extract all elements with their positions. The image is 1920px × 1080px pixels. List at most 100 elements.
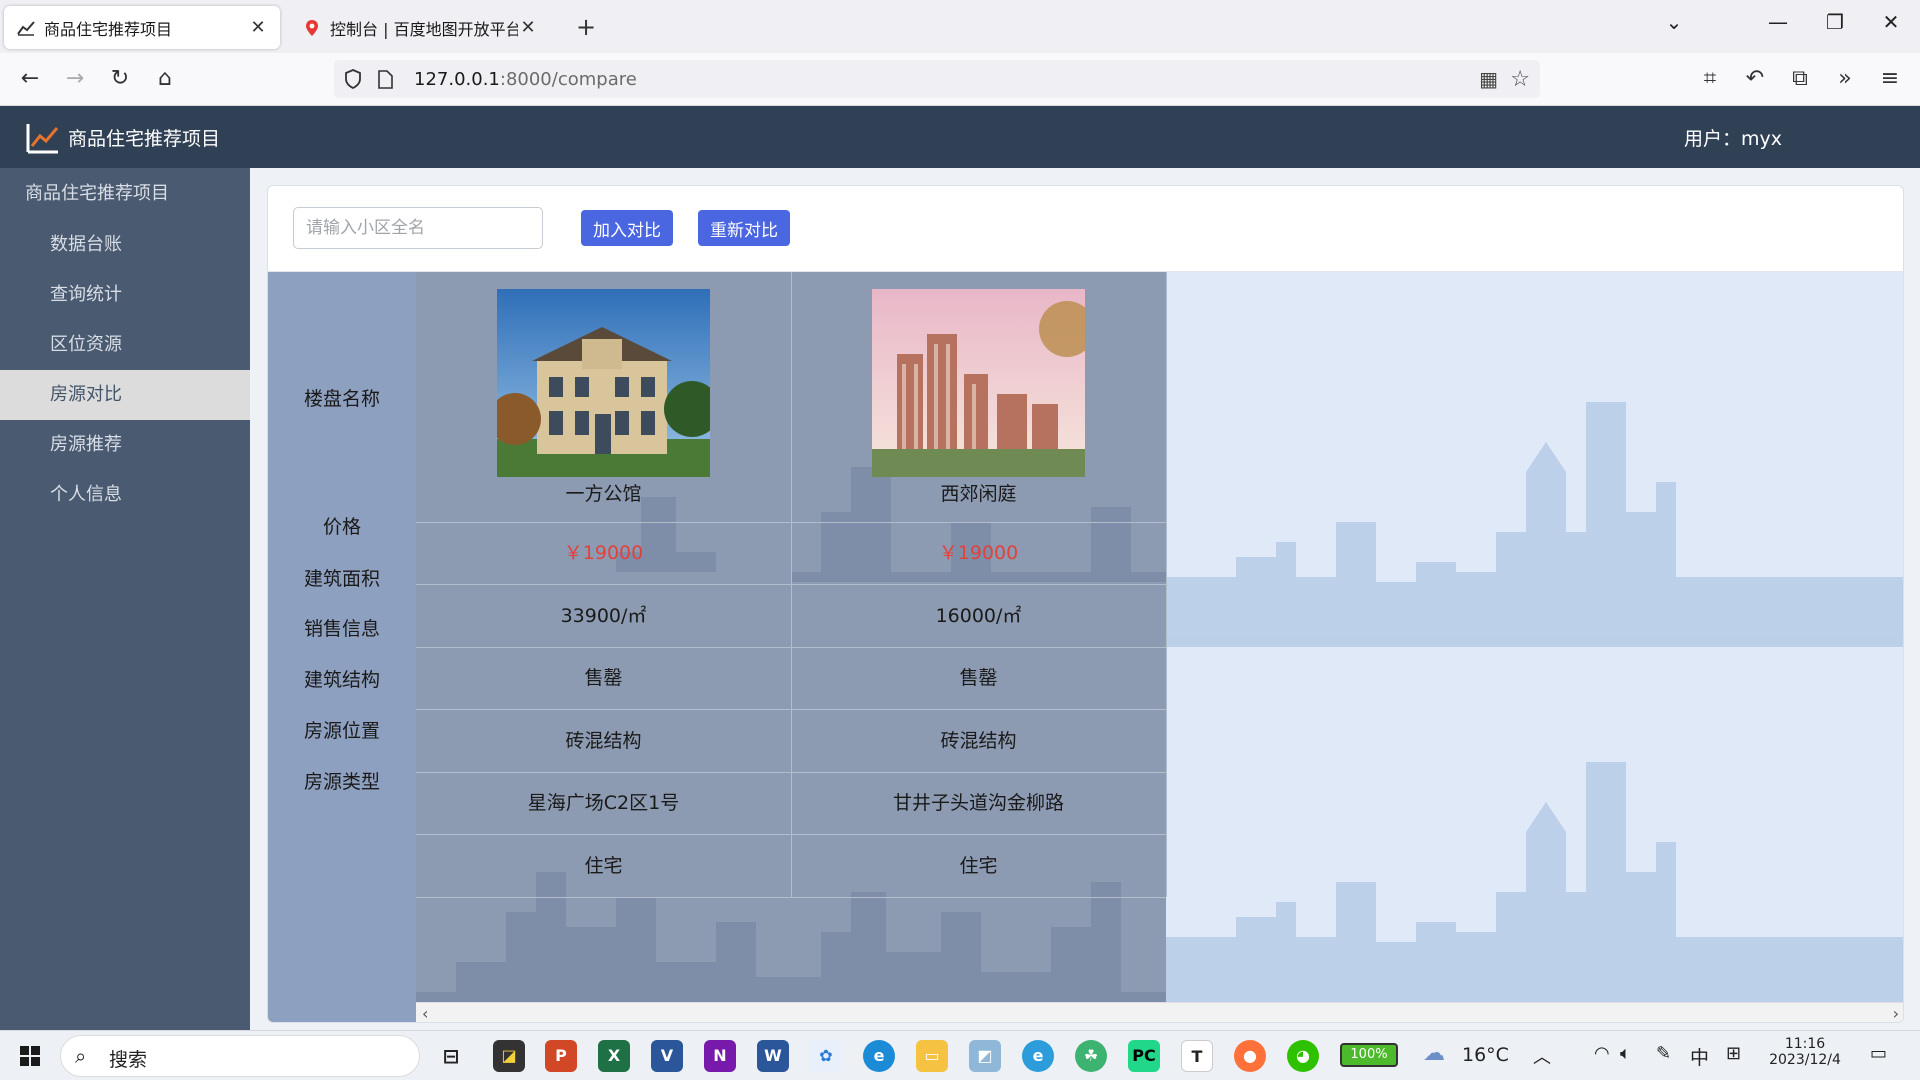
- sidebar: 商品住宅推荐项目 数据台账 查询统计 区位资源 房源对比 房源推荐 个人信息: [0, 168, 250, 1030]
- house-image-towers: [872, 289, 1085, 477]
- house-structure: 砖混结构: [940, 730, 1017, 752]
- qr-code-icon[interactable]: ▦: [1479, 67, 1498, 91]
- sticky-notes-icon[interactable]: ◪: [493, 1040, 525, 1072]
- forward-icon[interactable]: →: [60, 65, 90, 95]
- battery-level: 100%: [1350, 1047, 1388, 1062]
- reload-icon[interactable]: ↻: [105, 65, 135, 95]
- excel-icon[interactable]: X: [598, 1040, 630, 1072]
- battery-icon[interactable]: 100%: [1340, 1043, 1398, 1067]
- sidebar-group-title[interactable]: 商品住宅推荐项目: [0, 168, 250, 220]
- app-icon[interactable]: ◩: [969, 1040, 1001, 1072]
- weather-temp[interactable]: 16°C: [1462, 1044, 1509, 1066]
- sidebar-item-data-ledger[interactable]: 数据台账: [0, 220, 250, 270]
- close-icon[interactable]: ✕: [248, 17, 268, 38]
- scroll-right-icon[interactable]: ›: [1893, 1004, 1899, 1022]
- extensions-icon[interactable]: ⧉: [1785, 65, 1815, 95]
- pen-icon[interactable]: ✎: [1656, 1043, 1671, 1064]
- house-image-villa: [497, 289, 710, 477]
- url-bar[interactable]: 127.0.0.1:8000/compare ▦ ☆: [334, 60, 1540, 98]
- notification-icon[interactable]: ▭: [1870, 1043, 1887, 1064]
- sidebar-item-compare[interactable]: 房源对比: [0, 370, 250, 420]
- windows-start-icon[interactable]: [20, 1046, 40, 1070]
- ime-mode-icon[interactable]: ⊞: [1726, 1043, 1741, 1064]
- chevron-up-icon[interactable]: ︿: [1533, 1043, 1551, 1069]
- compare-card: 加入对比 重新对比 楼盘名称 价格 建筑面积 销售信息 建筑结构 房源位置 房源…: [267, 185, 1904, 1023]
- browser-icon[interactable]: e: [1022, 1040, 1054, 1072]
- taskbar-search[interactable]: ⌕ 搜索: [60, 1035, 420, 1077]
- browser-tab-bar: 商品住宅推荐项目 ✕ 控制台 | 百度地图开放平台 ✕ + ⌄ — ❐ ✕: [0, 0, 1920, 53]
- powerpoint-icon[interactable]: P: [545, 1040, 577, 1072]
- close-icon[interactable]: ✕: [518, 17, 538, 38]
- house-sale: 售罄: [959, 667, 998, 689]
- screenshot-icon[interactable]: ⌗: [1695, 65, 1725, 95]
- word-icon[interactable]: W: [757, 1040, 789, 1072]
- typora-icon[interactable]: T: [1181, 1040, 1213, 1072]
- shield-icon[interactable]: [344, 69, 368, 89]
- column-divider: [1166, 272, 1167, 897]
- label-column: 楼盘名称 价格 建筑面积 销售信息 建筑结构 房源位置 房源类型: [268, 272, 416, 1022]
- house-price: ￥19000: [938, 542, 1019, 564]
- visio-icon[interactable]: V: [651, 1040, 683, 1072]
- horizontal-scrollbar[interactable]: ‹ ›: [416, 1002, 1903, 1022]
- wechat-icon[interactable]: ◕: [1287, 1040, 1319, 1072]
- scroll-left-icon[interactable]: ‹: [422, 1004, 428, 1022]
- home-icon[interactable]: ⌂: [150, 65, 180, 95]
- tab-inactive[interactable]: 控制台 | 百度地图开放平台 ✕: [290, 6, 550, 49]
- minimize-icon[interactable]: —: [1763, 10, 1793, 34]
- add-compare-button[interactable]: 加入对比: [581, 210, 673, 246]
- back-icon[interactable]: ←: [15, 65, 45, 95]
- chart-icon: [16, 18, 36, 38]
- search-input[interactable]: [293, 207, 543, 249]
- pycharm-icon[interactable]: PC: [1128, 1040, 1160, 1072]
- ime-indicator[interactable]: 中: [1690, 1043, 1709, 1070]
- tab-title: 商品住宅推荐项目: [44, 19, 173, 39]
- restore-icon[interactable]: ❐: [1820, 10, 1850, 34]
- sidebar-item-recommend[interactable]: 房源推荐: [0, 420, 250, 470]
- house-name: 一方公馆: [565, 483, 642, 505]
- onenote-icon[interactable]: N: [704, 1040, 736, 1072]
- house-name: 西郊闲庭: [940, 483, 1017, 505]
- label-type: 房源类型: [303, 771, 380, 793]
- app-header: 商品住宅推荐项目 用户：myx: [0, 106, 1920, 168]
- sidebar-item-query-stats[interactable]: 查询统计: [0, 270, 250, 320]
- url-host: 127.0.0.1: [414, 68, 500, 90]
- new-tab-icon[interactable]: +: [576, 13, 596, 41]
- file-explorer-icon[interactable]: ▭: [916, 1040, 948, 1072]
- network-icon[interactable]: ◠: [1594, 1043, 1610, 1064]
- undo-icon[interactable]: ↶: [1740, 65, 1770, 95]
- clock-date: 2023/12/4: [1769, 1052, 1841, 1068]
- sidebar-item-location[interactable]: 区位资源: [0, 320, 250, 370]
- page-icon: [378, 69, 402, 89]
- edge-icon[interactable]: e: [863, 1040, 895, 1072]
- taskbar-search-label: 搜索: [109, 1049, 148, 1071]
- house-type: 住宅: [959, 855, 998, 877]
- clock[interactable]: 11:16 2023/12/4: [1760, 1036, 1850, 1068]
- bookmark-star-icon[interactable]: ☆: [1510, 67, 1530, 92]
- compare-data-area: 一方公馆 ￥19000 33900/㎡ 售罄 砖混结构 星海广场C2区1号 住宅: [416, 272, 1903, 1002]
- list-tabs-icon[interactable]: ⌄: [1659, 10, 1689, 34]
- volume-icon[interactable]: 🔈︎: [1620, 1043, 1631, 1064]
- clock-time: 11:16: [1784, 1036, 1826, 1052]
- url-text: 127.0.0.1:8000/compare: [414, 69, 637, 90]
- url-path: :8000/compare: [499, 68, 637, 90]
- chart-logo-icon: [26, 122, 60, 158]
- firefox-icon[interactable]: ●: [1234, 1040, 1266, 1072]
- house-area: 16000/㎡: [935, 605, 1022, 627]
- app-icon[interactable]: ☘: [1075, 1040, 1107, 1072]
- task-view-icon[interactable]: ⊟: [435, 1040, 467, 1072]
- row-divider: [416, 897, 1166, 898]
- window-close-icon[interactable]: ✕: [1876, 10, 1906, 34]
- weather-icon[interactable]: ☁: [1423, 1041, 1445, 1066]
- taskbar: ⌕ 搜索 ⊟ ◪ P X V N W ✿ e ▭ ◩ e ☘ PC T ● ◕ …: [0, 1030, 1920, 1080]
- tab-active[interactable]: 商品住宅推荐项目 ✕: [4, 6, 280, 49]
- house-structure: 砖混结构: [565, 730, 642, 752]
- app-title: 商品住宅推荐项目: [68, 128, 221, 150]
- reset-compare-button[interactable]: 重新对比: [698, 210, 790, 246]
- house-area: 33900/㎡: [560, 605, 647, 627]
- compare-table: 楼盘名称 价格 建筑面积 销售信息 建筑结构 房源位置 房源类型 一方公馆 ￥1…: [268, 271, 1903, 1022]
- house-price: ￥19000: [563, 542, 644, 564]
- app-icon[interactable]: ✿: [810, 1040, 842, 1072]
- menu-icon[interactable]: ≡: [1875, 65, 1905, 95]
- overflow-icon[interactable]: »: [1830, 65, 1860, 95]
- sidebar-item-profile[interactable]: 个人信息: [0, 470, 250, 520]
